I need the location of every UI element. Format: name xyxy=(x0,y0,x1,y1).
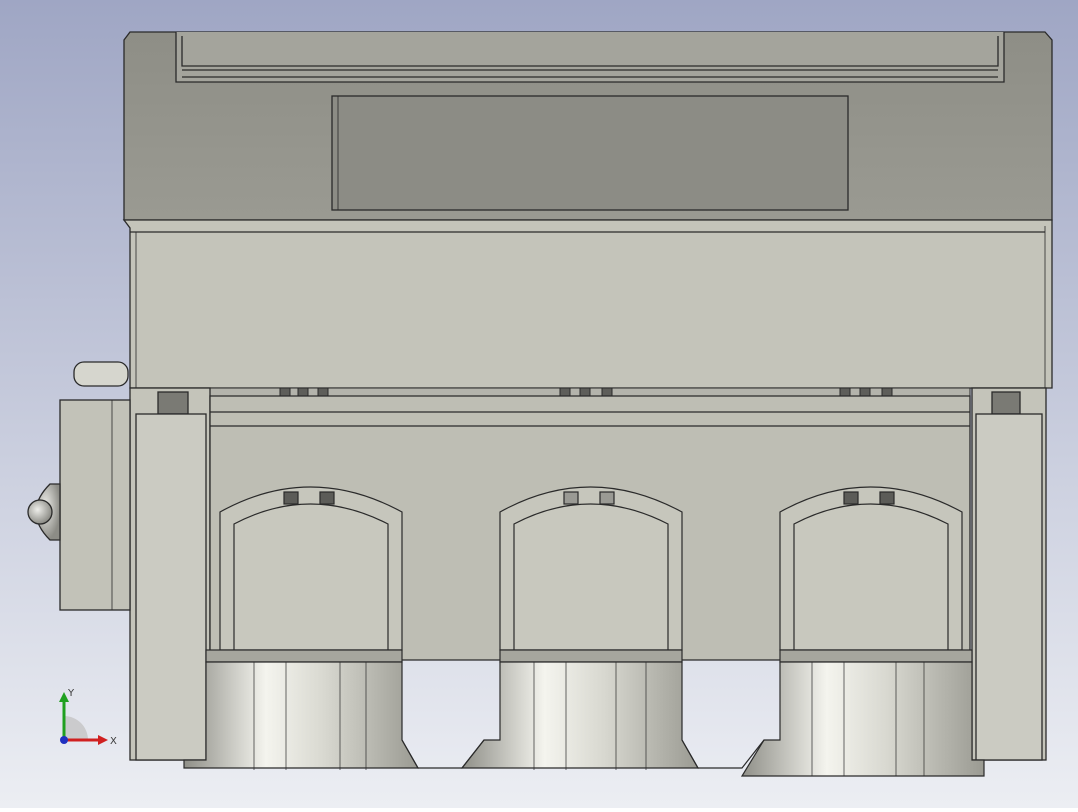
cad-viewport[interactable]: Y X xyxy=(0,0,1078,808)
x-axis-label: X xyxy=(110,736,117,747)
z-axis-dot xyxy=(60,736,68,744)
terminal-port-1 xyxy=(205,486,403,663)
enclosure-top-cover xyxy=(123,31,1053,221)
terminal-ports xyxy=(205,486,973,663)
x-axis-arrowhead xyxy=(98,735,108,745)
label-window xyxy=(331,95,849,211)
orientation-triad[interactable]: Y X xyxy=(50,686,120,756)
y-axis-label: Y xyxy=(67,688,75,699)
terminal-port-3 xyxy=(779,486,973,663)
model-canvas xyxy=(0,0,1078,808)
triad-plane-indicator xyxy=(64,716,88,740)
cylindrical-bosses xyxy=(183,661,985,777)
enclosure-body xyxy=(122,219,1053,389)
terminal-port-2 xyxy=(499,486,683,663)
